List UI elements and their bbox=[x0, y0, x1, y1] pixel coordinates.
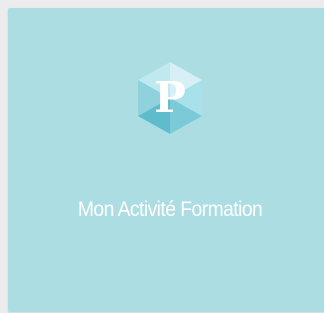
logo-letter: P bbox=[154, 73, 186, 122]
tile-title: Mon Activité Formation bbox=[77, 198, 263, 221]
formation-activity-tile[interactable]: P Mon Activité Formation bbox=[8, 8, 324, 312]
hexagon-p-logo-icon: P bbox=[132, 60, 208, 136]
page: P Mon Activité Formation bbox=[0, 0, 324, 313]
